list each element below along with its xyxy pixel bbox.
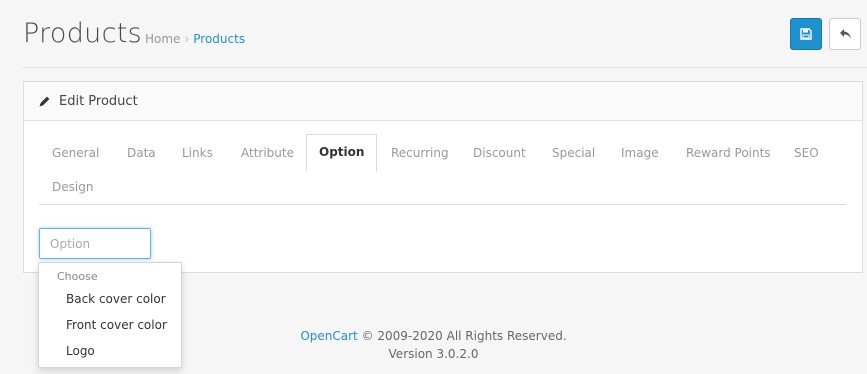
floppy-disk-icon [800, 28, 812, 40]
tab-data[interactable]: Data [127, 146, 156, 160]
tab-reward-points[interactable]: Reward Points [686, 146, 771, 160]
option-autocomplete-dropdown: Choose Back cover color Front cover colo… [38, 262, 182, 368]
opencart-link[interactable]: OpenCart [300, 329, 357, 343]
panel-heading: Edit Product [24, 82, 862, 121]
dropdown-item-front-cover-color[interactable]: Front cover color [66, 318, 167, 332]
breadcrumb-separator: › [184, 32, 190, 46]
dropdown-item-back-cover-color[interactable]: Back cover color [66, 292, 166, 306]
tab-special[interactable]: Special [552, 146, 595, 160]
dropdown-header: Choose [57, 270, 98, 283]
header-divider [23, 67, 867, 68]
pencil-icon [38, 95, 51, 108]
option-search-input[interactable] [39, 228, 151, 259]
back-button[interactable] [829, 18, 861, 50]
breadcrumb: Home › Products [145, 32, 245, 46]
breadcrumb-products[interactable]: Products [193, 32, 245, 46]
page-title: Products [23, 18, 142, 49]
tab-links[interactable]: Links [182, 146, 213, 160]
tab-design[interactable]: Design [52, 180, 93, 194]
tab-recurring[interactable]: Recurring [391, 146, 449, 160]
edit-product-panel: Edit Product General Data Links Attribut… [23, 81, 863, 273]
dropdown-item-logo[interactable]: Logo [66, 344, 95, 358]
tab-option[interactable]: Option [306, 134, 378, 172]
save-button[interactable] [790, 18, 822, 50]
page-header: Products Home › Products [0, 0, 867, 68]
reply-arrow-icon [839, 29, 851, 39]
tab-image[interactable]: Image [621, 146, 659, 160]
tab-general[interactable]: General [52, 146, 99, 160]
tab-seo[interactable]: SEO [794, 146, 819, 160]
tab-discount[interactable]: Discount [473, 146, 526, 160]
tabs-divider [39, 204, 846, 205]
copyright-text: © 2009-2020 All Rights Reserved. [357, 329, 567, 343]
panel-title: Edit Product [59, 93, 138, 109]
breadcrumb-home[interactable]: Home [145, 32, 180, 46]
tab-attribute[interactable]: Attribute [241, 146, 294, 160]
